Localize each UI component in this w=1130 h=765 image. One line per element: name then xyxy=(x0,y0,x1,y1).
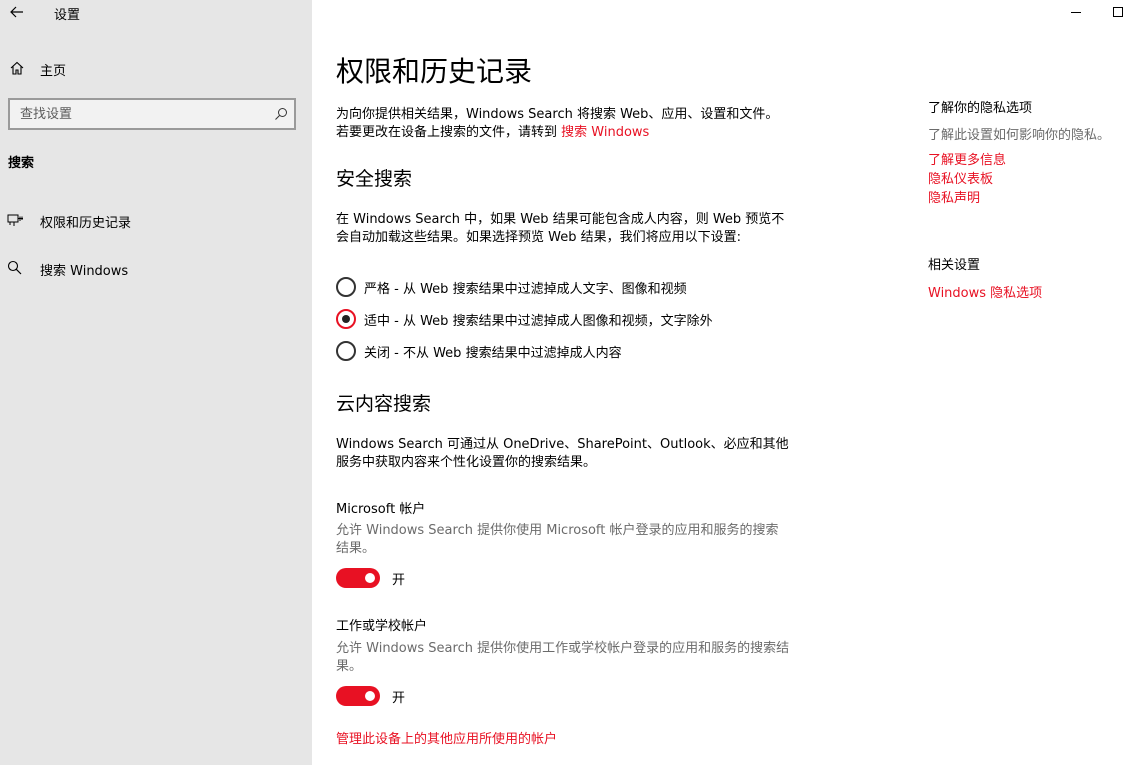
work-account-label: 工作或学校帐户 xyxy=(336,619,428,634)
minimize-button[interactable] xyxy=(1068,4,1084,20)
cloud-search-description: Windows Search 可通过从 OneDrive、SharePoint、… xyxy=(336,437,789,470)
cloud-search-heading: 云内容搜索 xyxy=(336,393,432,415)
microsoft-account-toggle-row: 开 xyxy=(336,567,405,589)
safe-search-description: 在 Windows Search 中，如果 Web 结果可能包含成人内容，则 W… xyxy=(336,212,785,245)
radio-off[interactable]: 关闭 - 不从 Web 搜索结果中过滤掉成人内容 xyxy=(336,340,796,362)
privacy-dashboard-link[interactable]: 隐私仪表板 xyxy=(928,168,993,187)
page-title: 权限和历史记录 xyxy=(336,55,533,88)
microsoft-account-label: Microsoft 帐户 xyxy=(336,502,426,517)
search-windows-link[interactable]: 搜索 Windows xyxy=(561,125,649,140)
learn-more-link[interactable]: 了解更多信息 xyxy=(928,149,1006,168)
back-button[interactable] xyxy=(6,2,28,22)
sidebar-item-home[interactable]: 主页 xyxy=(0,52,312,84)
radio-label: 严格 - 从 Web 搜索结果中过滤掉成人文字、图像和视频 xyxy=(364,281,687,297)
microsoft-account-toggle[interactable] xyxy=(336,568,380,588)
radio-label: 关闭 - 不从 Web 搜索结果中过滤掉成人内容 xyxy=(364,345,622,361)
radio-label: 适中 - 从 Web 搜索结果中过滤掉成人图像和视频，文字除外 xyxy=(364,313,713,329)
title-bar: 设置 xyxy=(0,0,312,24)
sidebar-section-heading: 搜索 xyxy=(8,156,35,171)
arrow-left-icon xyxy=(10,6,23,18)
safe-search-heading: 安全搜索 xyxy=(336,168,413,190)
privacy-options-description: 了解此设置如何影响你的隐私。 xyxy=(928,128,1111,143)
maximize-button[interactable] xyxy=(1110,4,1126,20)
microsoft-account-description: 允许 Windows Search 提供你使用 Microsoft 帐户登录的应… xyxy=(336,523,779,556)
privacy-options-heading: 了解你的隐私选项 xyxy=(928,101,1033,116)
window-controls xyxy=(1010,0,1130,24)
toggle-state-label: 开 xyxy=(392,690,406,706)
radio-strict[interactable]: 严格 - 从 Web 搜索结果中过滤掉成人文字、图像和视频 xyxy=(336,276,796,298)
settings-search-box[interactable] xyxy=(8,98,296,130)
app-title: 设置 xyxy=(54,8,81,23)
radio-button[interactable] xyxy=(336,341,356,361)
sidebar-item-label: 权限和历史记录 xyxy=(40,216,132,231)
home-icon xyxy=(10,61,24,75)
work-account-toggle-row: 开 xyxy=(336,685,405,707)
sidebar-item-search-windows[interactable]: 搜索 Windows xyxy=(0,252,312,284)
radio-button[interactable] xyxy=(336,277,356,297)
sidebar-item-permissions-history[interactable]: 权限和历史记录 xyxy=(0,204,312,236)
radio-button[interactable] xyxy=(336,309,356,329)
search-icon xyxy=(7,260,22,275)
radio-moderate[interactable]: 适中 - 从 Web 搜索结果中过滤掉成人图像和视频，文字除外 xyxy=(336,308,796,330)
search-input[interactable] xyxy=(10,101,260,127)
privacy-statement-link[interactable]: 隐私声明 xyxy=(928,187,980,206)
windows-privacy-options-link[interactable]: Windows 隐私选项 xyxy=(928,282,1042,301)
sidebar: 设置 主页 搜索 权限和历史记录 搜索 Windows xyxy=(0,0,312,765)
intro-text: 为向你提供相关结果，Windows Search 将搜索 Web、应用、设置和文… xyxy=(336,106,791,142)
related-settings-heading: 相关设置 xyxy=(928,258,981,273)
intro-text-body: 为向你提供相关结果，Windows Search 将搜索 Web、应用、设置和文… xyxy=(336,107,779,140)
toggle-state-label: 开 xyxy=(392,572,406,588)
sidebar-item-label: 主页 xyxy=(40,64,67,79)
manage-accounts-link[interactable]: 管理此设备上的其他应用所使用的帐户 xyxy=(336,728,557,747)
search-icon[interactable] xyxy=(274,107,288,121)
permissions-icon xyxy=(7,214,23,226)
sidebar-item-label: 搜索 Windows xyxy=(40,264,129,279)
work-account-toggle[interactable] xyxy=(336,686,380,706)
work-account-description: 允许 Windows Search 提供你使用工作或学校帐户登录的应用和服务的搜… xyxy=(336,641,790,674)
